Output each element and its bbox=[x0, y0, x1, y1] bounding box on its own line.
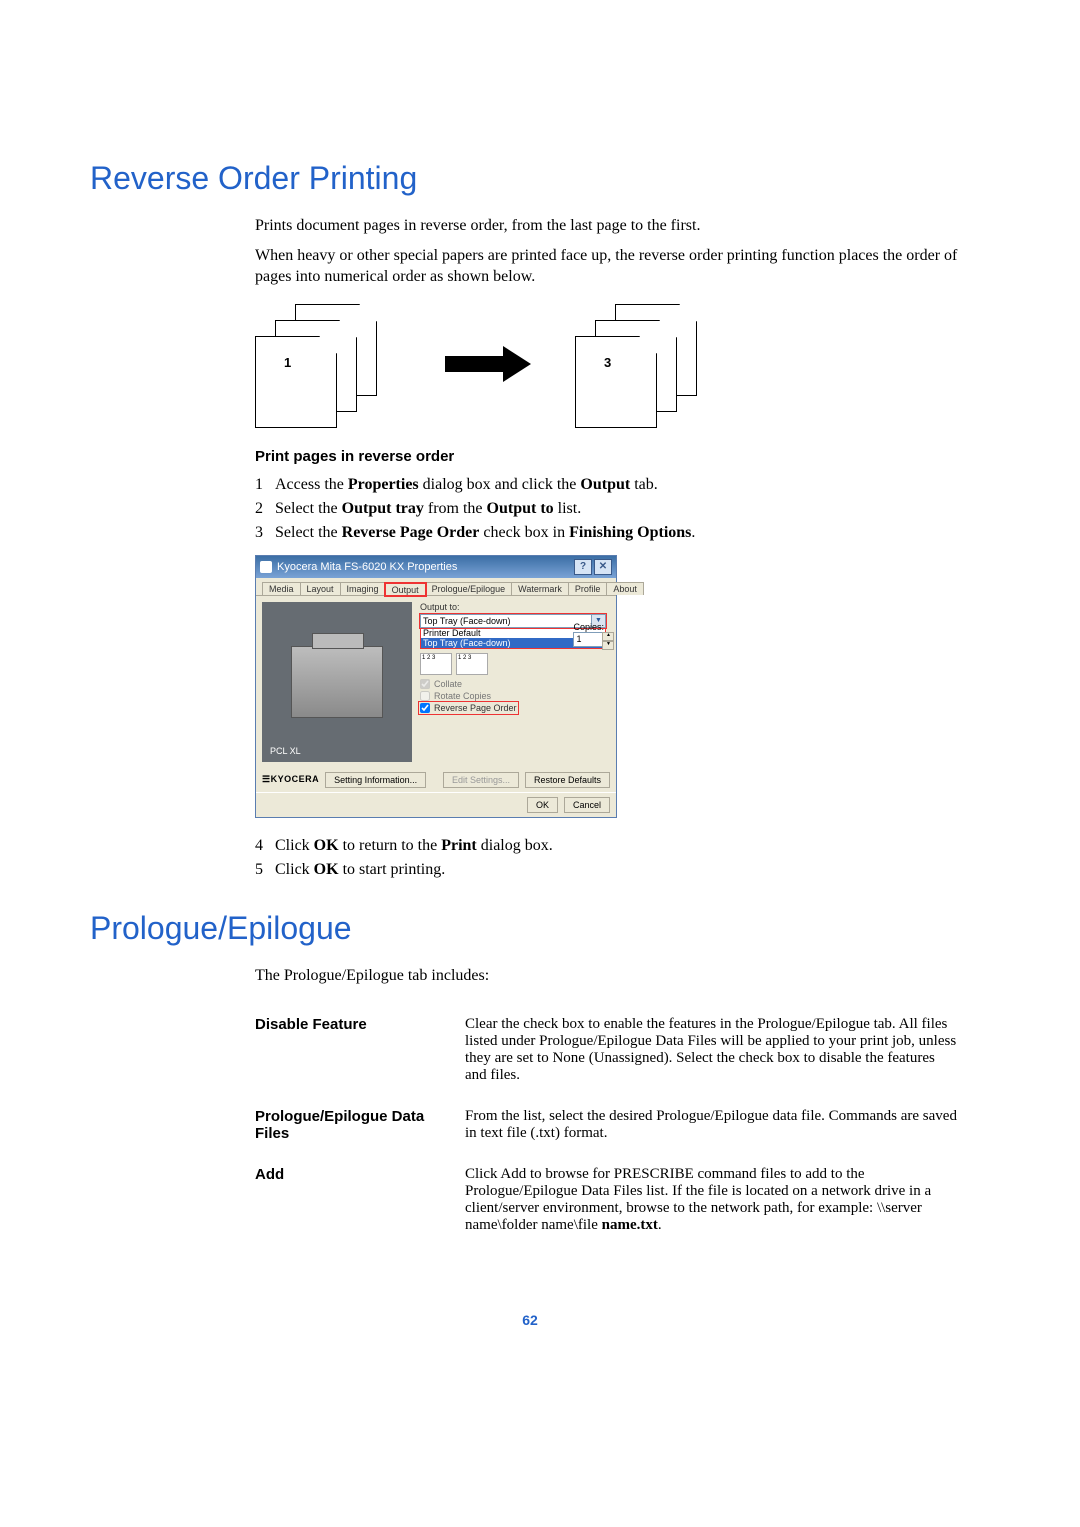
subheading-print-reverse: Print pages in reverse order bbox=[255, 448, 970, 465]
pcl-label: PCL XL bbox=[270, 746, 301, 756]
tab-profile[interactable]: Profile bbox=[568, 582, 608, 595]
table-row: Prologue/Epilogue Data FilesFrom the lis… bbox=[255, 1102, 970, 1160]
intro-paragraph-1: Prints document pages in reverse order, … bbox=[255, 215, 970, 237]
steps-list-b: 4Click OK to return to the Print dialog … bbox=[255, 834, 970, 882]
page-stack-left: 3 2 1 bbox=[255, 304, 405, 424]
restore-defaults-button[interactable]: Restore Defaults bbox=[525, 772, 610, 788]
prologue-intro: The Prologue/Epilogue tab includes: bbox=[255, 965, 970, 987]
intro-paragraph-2: When heavy or other special papers are p… bbox=[255, 245, 970, 288]
printer-preview: PCL XL bbox=[262, 602, 412, 762]
page-stack-right: 1 2 3 bbox=[575, 304, 725, 424]
tab-watermark[interactable]: Watermark bbox=[511, 582, 569, 595]
tab-layout[interactable]: Layout bbox=[300, 582, 341, 595]
steps-list-a: 1Access the Properties dialog box and cl… bbox=[255, 473, 970, 545]
table-row: AddClick Add to browse for PRESCRIBE com… bbox=[255, 1160, 970, 1252]
spinner-down-icon[interactable]: ▼ bbox=[602, 641, 614, 650]
page-num-1: 1 bbox=[284, 355, 291, 370]
dialog-tabs: MediaLayoutImagingOutputPrologue/Epilogu… bbox=[256, 578, 616, 596]
page-num-3b: 3 bbox=[604, 355, 611, 370]
copies-label: Copies: bbox=[573, 622, 604, 632]
page-number: 62 bbox=[90, 1312, 970, 1328]
output-to-value: Top Tray (Face-down) bbox=[423, 616, 511, 626]
dialog-titlebar: Kyocera Mita FS-6020 KX Properties ? ✕ bbox=[256, 556, 616, 578]
copies-spinner[interactable]: 1 ▲▼ bbox=[573, 632, 603, 647]
step-item: 1Access the Properties dialog box and cl… bbox=[255, 473, 970, 497]
collate-illustration: 1 2 3 1 2 3 bbox=[420, 653, 606, 675]
help-button[interactable]: ? bbox=[574, 559, 592, 575]
feature-name: Disable Feature bbox=[255, 1010, 465, 1102]
feature-name: Prologue/Epilogue Data Files bbox=[255, 1102, 465, 1160]
reverse-order-figure: 3 2 1 1 2 3 bbox=[255, 304, 970, 424]
ok-button[interactable]: OK bbox=[527, 797, 558, 813]
step-item: 4Click OK to return to the Print dialog … bbox=[255, 834, 970, 858]
table-row: Disable FeatureClear the check box to en… bbox=[255, 1010, 970, 1102]
step-item: 2Select the Output tray from the Output … bbox=[255, 497, 970, 521]
feature-desc: From the list, select the desired Prolog… bbox=[465, 1102, 970, 1160]
heading-prologue: Prologue/Epilogue bbox=[90, 910, 970, 947]
cancel-button[interactable]: Cancel bbox=[564, 797, 610, 813]
step-item: 3Select the Reverse Page Order check box… bbox=[255, 521, 970, 545]
dialog-title: Kyocera Mita FS-6020 KX Properties bbox=[277, 561, 457, 573]
copies-field: Copies: 1 ▲▼ bbox=[573, 622, 604, 647]
step-item: 5Click OK to start printing. bbox=[255, 858, 970, 882]
setting-info-button[interactable]: Setting Information... bbox=[325, 772, 426, 788]
arrow-icon bbox=[445, 354, 535, 374]
heading-reverse-order: Reverse Order Printing bbox=[90, 160, 970, 197]
app-icon bbox=[260, 561, 272, 573]
tab-about[interactable]: About bbox=[606, 582, 644, 595]
tab-media[interactable]: Media bbox=[262, 582, 301, 595]
feature-table: Disable FeatureClear the check box to en… bbox=[255, 1010, 970, 1252]
rotate-copies-checkbox[interactable]: Rotate Copies bbox=[420, 691, 606, 701]
reverse-page-order-checkbox[interactable]: Reverse Page Order bbox=[420, 703, 517, 713]
collate-checkbox[interactable]: Collate bbox=[420, 679, 606, 689]
spinner-up-icon[interactable]: ▲ bbox=[602, 632, 614, 641]
feature-desc: Click Add to browse for PRESCRIBE comman… bbox=[465, 1160, 970, 1252]
tab-imaging[interactable]: Imaging bbox=[340, 582, 386, 595]
tab-output[interactable]: Output bbox=[385, 583, 426, 596]
edit-settings-button: Edit Settings... bbox=[443, 772, 519, 788]
printer-icon bbox=[291, 646, 383, 718]
properties-dialog: Kyocera Mita FS-6020 KX Properties ? ✕ M… bbox=[255, 555, 617, 818]
feature-desc: Clear the check box to enable the featur… bbox=[465, 1010, 970, 1102]
copies-value: 1 bbox=[576, 634, 581, 644]
feature-name: Add bbox=[255, 1160, 465, 1252]
kyocera-logo: ☰KYOCERA bbox=[262, 774, 319, 785]
close-button[interactable]: ✕ bbox=[594, 559, 612, 575]
output-to-label: Output to: bbox=[420, 602, 606, 612]
tab-prologue-epilogue[interactable]: Prologue/Epilogue bbox=[425, 582, 513, 595]
